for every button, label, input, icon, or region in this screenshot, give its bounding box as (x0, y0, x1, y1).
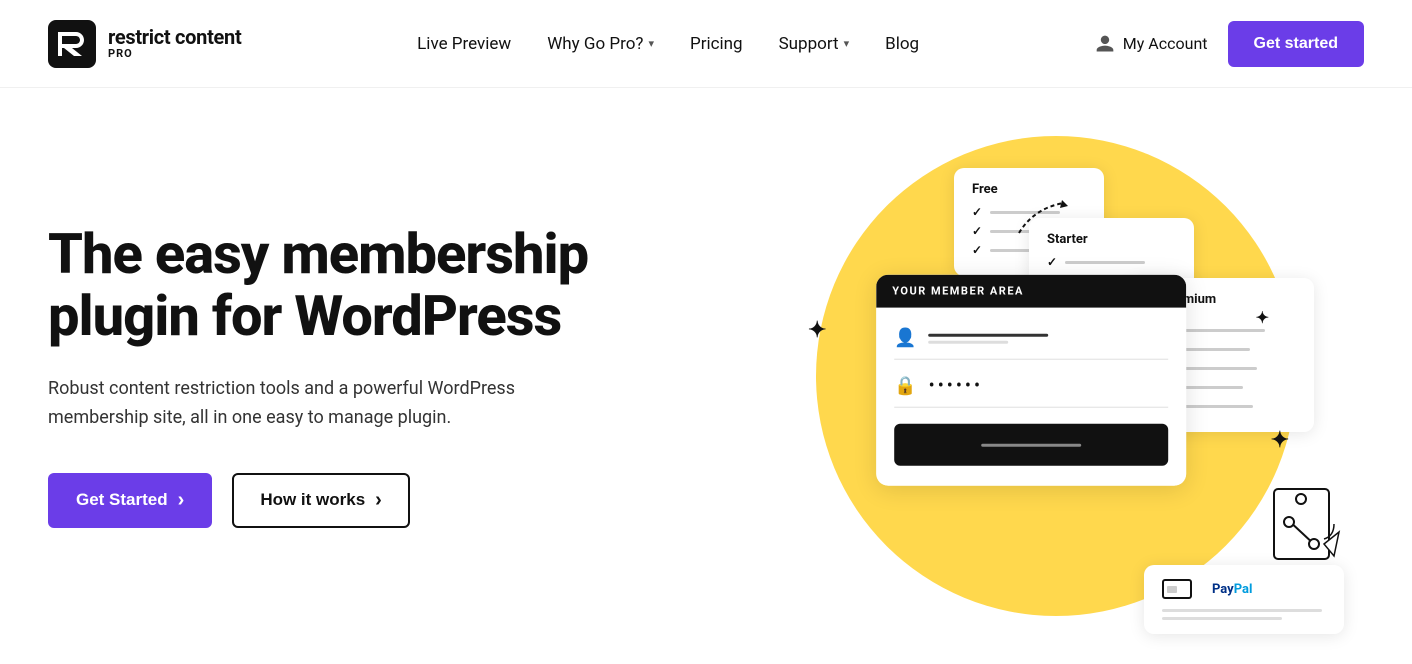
password-dots: •••••• (929, 376, 983, 397)
payment-methods-row: PayPal (1162, 579, 1326, 599)
logo-text: restrict content PRO (108, 26, 241, 60)
price-feature-line (1065, 261, 1145, 264)
nav-pricing[interactable]: Pricing (690, 34, 743, 54)
hero-description: Robust content restriction tools and a p… (48, 375, 568, 433)
member-submit-button (894, 424, 1168, 466)
check-icon: ✓ (972, 243, 982, 257)
logo[interactable]: restrict content PRO (48, 20, 241, 68)
star-decoration-1: ✦ (808, 318, 826, 343)
chevron-down-icon: ▾ (648, 37, 654, 50)
hero-buttons: Get Started › How it works › (48, 473, 748, 528)
payment-card: PayPal (1144, 565, 1344, 634)
price-card-starter-row-1: ✓ (1047, 255, 1176, 269)
paypal-icon: PayPal (1212, 582, 1252, 597)
arrow-right-icon: › (375, 489, 382, 512)
arrow-right-icon: › (178, 489, 185, 512)
header-get-started-button[interactable]: Get started (1228, 21, 1364, 67)
logo-icon (48, 20, 96, 68)
member-password-field: 🔒 •••••• (894, 376, 1168, 408)
payment-line-2 (1162, 617, 1282, 620)
paper-plane-decoration (1014, 198, 1074, 242)
star-decoration-2: ✦ (1256, 308, 1269, 327)
chevron-down-icon: ▾ (844, 37, 850, 50)
price-card-free-title: Free (972, 182, 1086, 197)
username-line-2 (929, 340, 1009, 343)
header-right: My Account Get started (1095, 21, 1364, 67)
payment-line-1 (1162, 609, 1322, 612)
member-area-body: 👤 🔒 •••••• (876, 308, 1186, 486)
main-nav: Live Preview Why Go Pro? ▾ Pricing Suppo… (417, 34, 919, 54)
nav-why-go-pro[interactable]: Why Go Pro? ▾ (547, 34, 654, 54)
username-line (929, 333, 1049, 336)
user-icon (1095, 34, 1115, 54)
user-field-icon: 👤 (894, 328, 916, 349)
nav-live-preview[interactable]: Live Preview (417, 34, 511, 54)
member-area-header: YOUR MEMBER AREA (876, 275, 1186, 308)
credit-card-icon (1162, 579, 1192, 599)
nav-blog[interactable]: Blog (885, 34, 919, 54)
hero-title: The easy membership plugin for WordPress (48, 224, 748, 347)
check-icon: ✓ (972, 205, 982, 219)
payment-lines (1162, 609, 1326, 620)
hero-get-started-button[interactable]: Get Started › (48, 473, 212, 528)
member-username-field: 👤 (894, 328, 1168, 360)
submit-button-line (981, 443, 1081, 446)
lock-field-icon: 🔒 (894, 376, 916, 397)
hero-section: The easy membership plugin for WordPress… (0, 88, 1412, 664)
check-icon: ✓ (1047, 255, 1057, 269)
hero-how-it-works-button[interactable]: How it works › (232, 473, 410, 528)
hero-illustration: ✦ ✦ ✦ Free (748, 88, 1364, 664)
member-area-card: YOUR MEMBER AREA 👤 🔒 •••••• (876, 275, 1186, 486)
discount-tag-decoration (1269, 484, 1339, 564)
check-icon: ✓ (972, 224, 982, 238)
star-decoration-3: ✦ (1271, 428, 1289, 453)
card-shape (1162, 579, 1192, 599)
hero-content: The easy membership plugin for WordPress… (48, 184, 748, 568)
my-account-link[interactable]: My Account (1095, 34, 1208, 54)
nav-support[interactable]: Support ▾ (779, 34, 850, 54)
